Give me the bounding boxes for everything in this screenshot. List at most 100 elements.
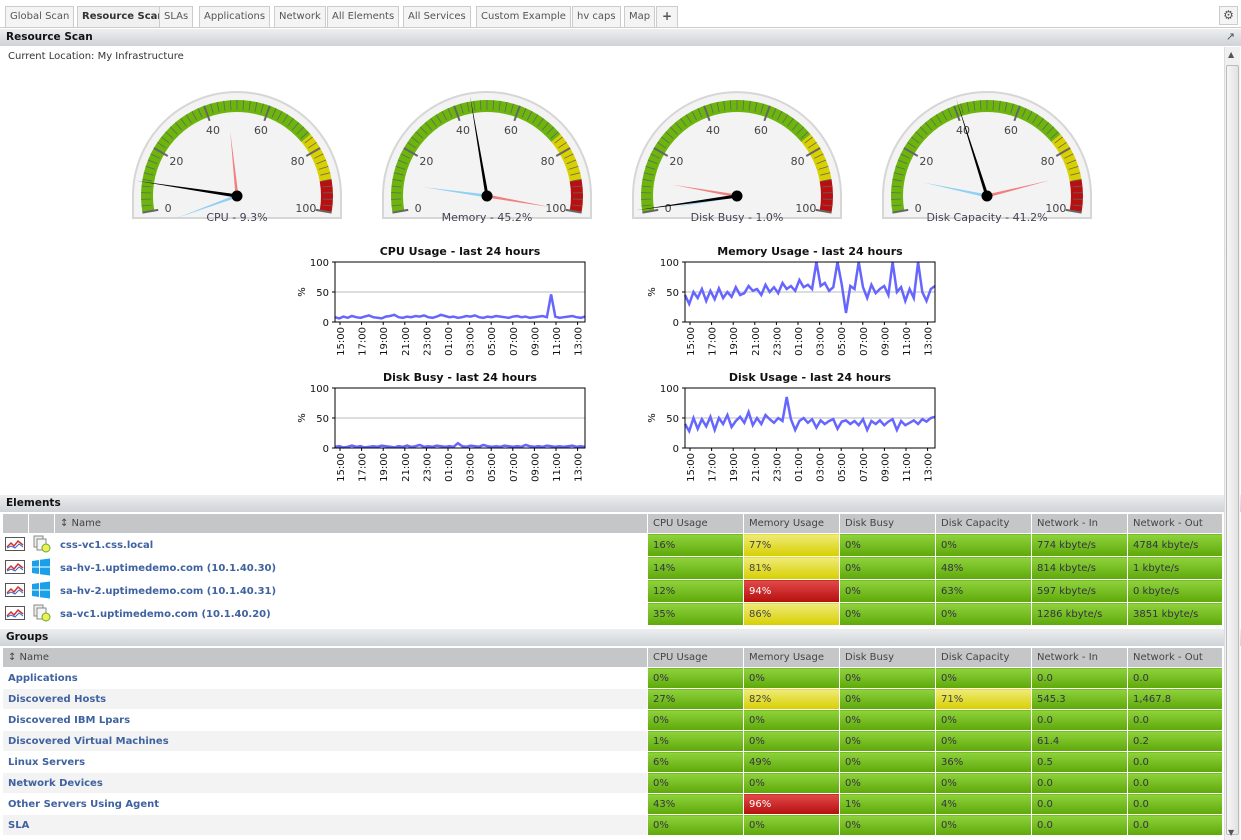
column-header-network-out[interactable]: Network - Out <box>1127 513 1223 534</box>
x-tick-label: 17:00 <box>358 327 369 356</box>
table-row[interactable]: Linux Servers 6% 49% 0% 36% 0.5 0.0 <box>2 751 1223 773</box>
tab-custom-example[interactable]: Custom Example <box>476 6 571 27</box>
scroll-up-icon[interactable]: ▲ <box>1228 50 1234 59</box>
gauge-tick-label: 20 <box>419 155 433 168</box>
group-link[interactable]: Discovered Hosts <box>8 694 106 705</box>
table-row[interactable]: sa-hv-1.uptimedemo.com (10.1.40.30) 14% 81… <box>2 556 1223 580</box>
graph-cell[interactable] <box>2 556 29 580</box>
vcenter-icon <box>31 604 51 625</box>
column-header-cpu-usage[interactable]: CPU Usage <box>647 513 744 534</box>
scrollbar-thumb[interactable] <box>1226 65 1239 835</box>
x-tick-label: 19:00 <box>379 327 390 356</box>
group-link[interactable]: Other Servers Using Agent <box>8 799 159 810</box>
tab-map[interactable]: Map <box>624 6 656 27</box>
gauge-tick-label: 20 <box>669 155 683 168</box>
metric-cell: 0% <box>839 602 936 626</box>
gauge-tick-label: 20 <box>919 155 933 168</box>
add-tab-button[interactable]: + <box>656 6 679 27</box>
group-link[interactable]: Applications <box>8 673 78 684</box>
column-header-disk-busy[interactable]: Disk Busy <box>839 513 936 534</box>
x-tick-label: 03:00 <box>816 327 827 356</box>
column-header-cpu-usage[interactable]: CPU Usage <box>647 647 744 668</box>
line-chart: Memory Usage - last 24 hours% 0 50 100 15:00… <box>647 245 936 356</box>
type-cell <box>28 533 55 557</box>
metric-cell: 0% <box>839 814 936 836</box>
group-link[interactable]: Discovered Virtual Machines <box>8 736 169 747</box>
settings-gear-button[interactable]: ⚙ <box>1219 6 1238 25</box>
element-link[interactable]: sa-hv-2.uptimedemo.com (10.1.40.31) <box>60 586 276 597</box>
table-row[interactable]: Other Servers Using Agent 43% 96% 1% 4% 0.0 0.… <box>2 793 1223 815</box>
metric-cell: 0% <box>743 730 840 752</box>
y-axis-label: % <box>647 413 658 423</box>
scroll-down-icon[interactable]: ▼ <box>1228 828 1234 837</box>
table-row[interactable]: Applications 0% 0% 0% 0% 0.0 0.0 <box>2 667 1223 689</box>
tab-all-elements[interactable]: All Elements <box>327 6 400 27</box>
group-link[interactable]: Network Devices <box>8 778 103 789</box>
gauge-tick-label: 80 <box>541 155 555 168</box>
table-row[interactable]: css-vc1.css.local 16% 77% 0% 0% 774 kbyte/s 47… <box>2 533 1223 557</box>
graph-icon[interactable] <box>5 582 25 600</box>
group-link[interactable]: Discovered IBM Lpars <box>8 715 130 726</box>
y-tick-label: 100 <box>660 384 679 395</box>
graph-cell[interactable] <box>2 533 29 557</box>
x-tick-label: 11:00 <box>552 453 563 482</box>
y-tick-label: 50 <box>316 288 329 299</box>
metric-cell: 0.0 <box>1031 793 1128 815</box>
column-header-network-out[interactable]: Network - Out <box>1127 647 1223 668</box>
x-tick-label: 21:00 <box>401 327 412 356</box>
name-column-header[interactable]: ↕ Name <box>2 647 648 668</box>
y-tick-label: 50 <box>666 288 679 299</box>
table-row[interactable]: Network Devices 0% 0% 0% 0% 0.0 0.0 <box>2 772 1223 794</box>
popout-icon[interactable]: ↗ <box>1226 30 1235 43</box>
column-header-memory-usage[interactable]: Memory Usage <box>743 513 840 534</box>
tab-applications[interactable]: Applications <box>199 6 271 27</box>
element-link[interactable]: sa-vc1.uptimedemo.com (10.1.40.20) <box>60 609 271 620</box>
vertical-scrollbar[interactable]: ▲ ▼ <box>1224 47 1240 840</box>
type-cell <box>28 556 55 580</box>
gauge: 0 20 40 60 80 100 CPU - 9.3% <box>132 91 342 224</box>
line-chart: CPU Usage - last 24 hours% 0 50 100 15:00 17:… <box>297 245 586 356</box>
column-header-network-in[interactable]: Network - In <box>1031 513 1128 534</box>
table-row[interactable]: Discovered IBM Lpars 0% 0% 0% 0% 0.0 0.0 <box>2 709 1223 731</box>
tab-global-scan[interactable]: Global Scan <box>5 6 75 27</box>
table-row[interactable]: SLA 0% 0% 0% 0% 0.0 0.0 <box>2 814 1223 836</box>
gauge-tick-label: 60 <box>504 124 518 137</box>
group-link[interactable]: Linux Servers <box>8 757 85 768</box>
y-tick-label: 50 <box>316 414 329 425</box>
table-row[interactable]: sa-hv-2.uptimedemo.com (10.1.40.31) 12% 94… <box>2 579 1223 603</box>
x-tick-label: 17:00 <box>708 453 719 482</box>
tab-resource-scan[interactable]: Resource Scan <box>77 6 170 27</box>
gauge-tick-label: 60 <box>254 124 268 137</box>
graph-icon[interactable] <box>5 536 25 554</box>
tab-slas[interactable]: SLAs <box>159 6 194 27</box>
metric-cell: 0% <box>647 814 744 836</box>
column-header-disk-busy[interactable]: Disk Busy <box>839 647 936 668</box>
column-header-disk-capacity[interactable]: Disk Capacity <box>935 513 1032 534</box>
graph-cell[interactable] <box>2 579 29 603</box>
table-row[interactable]: Discovered Virtual Machines 1% 0% 0% 0% 61.4 0… <box>2 730 1223 752</box>
chart-title: Disk Busy - last 24 hours <box>383 371 537 384</box>
metric-cell: 1,467.8 <box>1127 688 1223 710</box>
table-row[interactable]: sa-vc1.uptimedemo.com (10.1.40.20) 35% 86%… <box>2 602 1223 626</box>
column-header-memory-usage[interactable]: Memory Usage <box>743 647 840 668</box>
graph-icon[interactable] <box>5 605 25 623</box>
metric-cell: 0.0 <box>1031 814 1128 836</box>
group-link[interactable]: SLA <box>8 820 29 831</box>
metric-cell: 0.0 <box>1127 667 1223 689</box>
tab-hv-caps[interactable]: hv caps <box>572 6 621 27</box>
metric-cell: 4% <box>935 793 1032 815</box>
y-axis-label: % <box>647 287 658 297</box>
table-row[interactable]: Discovered Hosts 27% 82% 0% 71% 545.3 1,467.8 <box>2 688 1223 710</box>
graph-icon[interactable] <box>5 559 25 577</box>
x-tick-label: 19:00 <box>379 453 390 482</box>
column-header-disk-capacity[interactable]: Disk Capacity <box>935 647 1032 668</box>
graph-cell[interactable] <box>2 602 29 626</box>
tab-all-services[interactable]: All Services <box>403 6 471 27</box>
element-link[interactable]: css-vc1.css.local <box>60 540 153 551</box>
name-column-header[interactable]: ↕ Name <box>54 513 648 534</box>
metric-cell: 71% <box>935 688 1032 710</box>
element-link[interactable]: sa-hv-1.uptimedemo.com (10.1.40.30) <box>60 563 276 574</box>
column-header-network-in[interactable]: Network - In <box>1031 647 1128 668</box>
tab-network[interactable]: Network <box>274 6 326 27</box>
metric-cell: 597 kbyte/s <box>1031 579 1128 603</box>
